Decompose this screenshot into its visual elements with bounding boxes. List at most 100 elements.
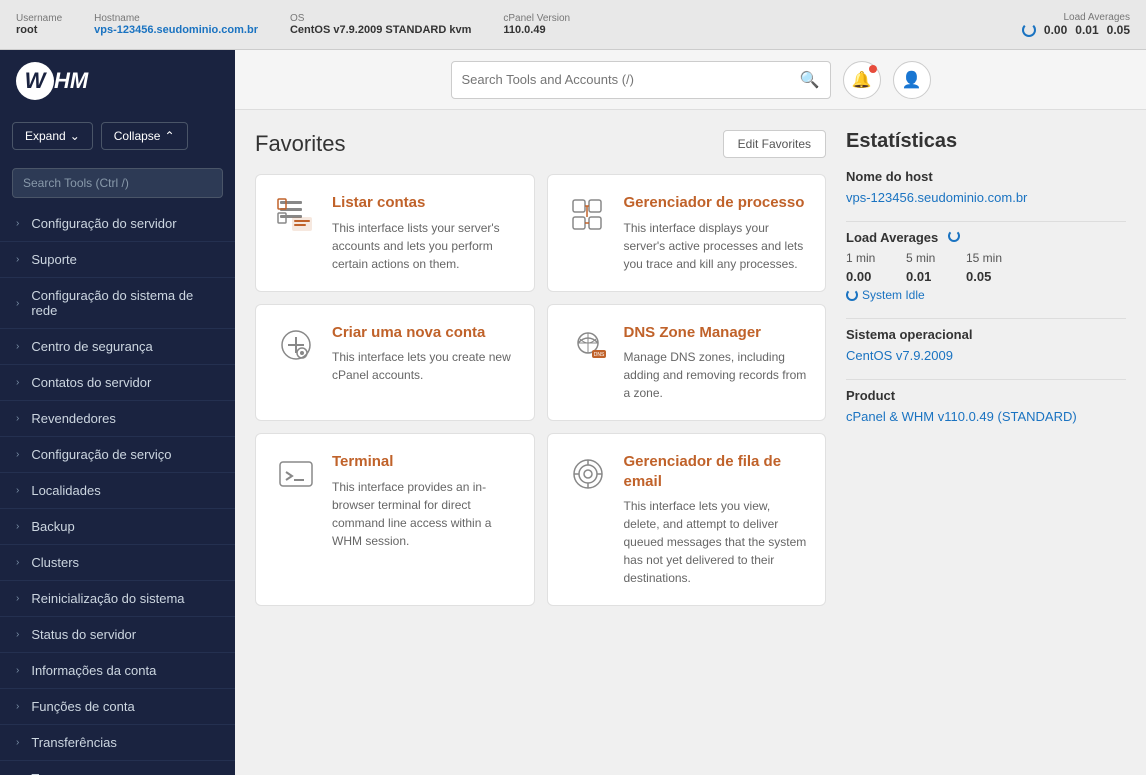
chevron-icon: ›: [16, 701, 19, 712]
sidebar-item-contatos-do-servidor[interactable]: ›Contatos do servidor: [0, 365, 235, 401]
load-averages: Load Averages 0.00 0.01 0.05: [1022, 12, 1130, 37]
nav-item-label: Backup: [31, 519, 74, 534]
email-queue-icon: [566, 452, 610, 496]
favorites-grid: Listar contas This interface lists your …: [255, 174, 826, 606]
listar-contas-icon: [274, 193, 318, 237]
favorites-title: Favorites: [255, 131, 345, 157]
edit-favorites-button[interactable]: Edit Favorites: [723, 130, 826, 158]
fav-card-criar-conta[interactable]: Criar uma nova conta This interface lets…: [255, 304, 535, 422]
username-info: Username root: [16, 13, 62, 36]
svg-text:DNS: DNS: [593, 352, 604, 358]
sidebar-search-input[interactable]: [12, 168, 223, 198]
sidebar-item-suporte[interactable]: ›Suporte: [0, 242, 235, 278]
nav-item-label: Configuração de serviço: [31, 447, 171, 462]
expand-button[interactable]: Expand ⌄: [12, 122, 93, 150]
fav-card-dns-zone[interactable]: DNS DNS Zone Manager Manage DNS zones, i…: [547, 304, 827, 422]
sidebar-item-transferências[interactable]: ›Transferências: [0, 725, 235, 761]
username-value: root: [16, 24, 62, 36]
chevron-icon: ›: [16, 629, 19, 640]
logo-hm: HM: [54, 68, 88, 94]
load-5min-label: 5 min: [906, 251, 946, 265]
terminal-icon: [274, 452, 318, 496]
favorites-header: Favorites Edit Favorites: [255, 130, 826, 158]
criar-conta-content: Criar uma nova conta This interface lets…: [332, 323, 516, 385]
terminal-title: Terminal: [332, 452, 516, 472]
gerenciador-processo-content: Gerenciador de processo This interface d…: [624, 193, 808, 273]
nav-item-label: Localidades: [31, 483, 100, 498]
email-queue-content: Gerenciador de fila de email This interf…: [624, 452, 808, 587]
dns-zone-title: DNS Zone Manager: [624, 323, 808, 343]
sidebar-item-revendedores[interactable]: ›Revendedores: [0, 401, 235, 437]
fav-card-listar-contas[interactable]: Listar contas This interface lists your …: [255, 174, 535, 292]
nav-item-label: Temas: [31, 771, 69, 775]
favorites-section: Favorites Edit Favorites: [255, 130, 826, 755]
load-1min-label: 1 min: [846, 251, 886, 265]
collapse-icon: ⌃: [164, 129, 174, 143]
product-stat-label: Product: [846, 388, 1126, 403]
load-values: 0.00 0.01 0.05: [1022, 23, 1130, 37]
system-idle: System Idle: [846, 288, 1126, 302]
sidebar-item-status-do-servidor[interactable]: ›Status do servidor: [0, 617, 235, 653]
sidebar-item-centro-de-segurança[interactable]: ›Centro de segurança: [0, 329, 235, 365]
chevron-icon: ›: [16, 593, 19, 604]
notification-dot: [869, 65, 877, 73]
chevron-icon: ›: [16, 485, 19, 496]
whm-logo: W: [16, 62, 54, 100]
chevron-icon: ›: [16, 254, 19, 265]
os-value: CentOS v7.9.2009 STANDARD kvm: [290, 24, 471, 36]
os-label: OS: [290, 13, 471, 24]
criar-conta-title: Criar uma nova conta: [332, 323, 516, 343]
collapse-button[interactable]: Collapse ⌃: [101, 122, 188, 150]
dns-zone-icon: DNS: [566, 323, 610, 367]
chevron-icon: ›: [16, 449, 19, 460]
search-input[interactable]: [462, 72, 800, 87]
load-15-val: 0.05: [966, 269, 1006, 284]
sidebar-item-temas[interactable]: ›Temas: [0, 761, 235, 775]
chevron-icon: ›: [16, 341, 19, 352]
notification-button[interactable]: 🔔: [843, 61, 881, 99]
fav-card-terminal[interactable]: Terminal This interface provides an in-b…: [255, 433, 535, 606]
hostname-value: vps-123456.seudominio.com.br: [94, 24, 258, 36]
logo-container: W HM: [0, 50, 235, 112]
hostname-stat-label: Nome do host: [846, 169, 1126, 184]
sidebar-item-configuração-de-serviço[interactable]: › Configuração de serviço: [0, 437, 235, 473]
sidebar: W HM Expand ⌄ Collapse ⌃ ›Configuração d…: [0, 50, 235, 775]
refresh-icon[interactable]: [1022, 23, 1036, 37]
nav-item-label: Clusters: [31, 555, 79, 570]
chevron-icon: ›: [16, 298, 19, 309]
gerenciador-processo-title: Gerenciador de processo: [624, 193, 808, 213]
user-button[interactable]: 👤: [893, 61, 931, 99]
chevron-icon: ›: [16, 665, 19, 676]
cpanel-value: 110.0.49: [503, 24, 570, 36]
bell-icon: 🔔: [852, 70, 872, 90]
nav-item-label: Configuração do servidor: [31, 216, 176, 231]
hostname-stat: Nome do host vps-123456.seudominio.com.b…: [846, 169, 1126, 205]
sidebar-item-localidades[interactable]: › Localidades: [0, 473, 235, 509]
sidebar-item-reinicialização-do-sistema[interactable]: › Reinicialização do sistema: [0, 581, 235, 617]
gerenciador-processo-desc: This interface displays your server's ac…: [624, 219, 808, 273]
nav-item-label: Informações da conta: [31, 663, 156, 678]
sidebar-item-configuração-do-sistema-de-red[interactable]: ›Configuração do sistema de rede: [0, 278, 235, 329]
os-stat-value: CentOS v7.9.2009: [846, 348, 1126, 363]
fav-card-email-queue[interactable]: Gerenciador de fila de email This interf…: [547, 433, 827, 606]
load-refresh-icon[interactable]: [948, 230, 960, 242]
sidebar-item-configuração-do-servidor[interactable]: ›Configuração do servidor: [0, 206, 235, 242]
divider-3: [846, 379, 1126, 380]
terminal-content: Terminal This interface provides an in-b…: [332, 452, 516, 550]
product-stat-value: cPanel & WHM v110.0.49 (STANDARD): [846, 409, 1126, 424]
collapse-label: Collapse: [114, 129, 161, 143]
sidebar-item-clusters[interactable]: ›Clusters: [0, 545, 235, 581]
load-5-val: 0.01: [906, 269, 946, 284]
sidebar-item-funções-de-conta[interactable]: ›Funções de conta: [0, 689, 235, 725]
load-1: 0.00: [1044, 23, 1067, 37]
sidebar-item-informações-da-conta[interactable]: › Informações da conta: [0, 653, 235, 689]
nav-item-label: Reinicialização do sistema: [31, 591, 184, 606]
sidebar-item-backup[interactable]: ›Backup: [0, 509, 235, 545]
fav-card-gerenciador-processo[interactable]: Gerenciador de processo This interface d…: [547, 174, 827, 292]
hostname-info: Hostname vps-123456.seudominio.com.br: [94, 13, 258, 36]
username-label: Username: [16, 13, 62, 24]
search-icon[interactable]: 🔍: [800, 70, 820, 90]
stats-title: Estatísticas: [846, 130, 1126, 153]
chevron-icon: ›: [16, 413, 19, 424]
gerenciador-processo-icon: [566, 193, 610, 237]
